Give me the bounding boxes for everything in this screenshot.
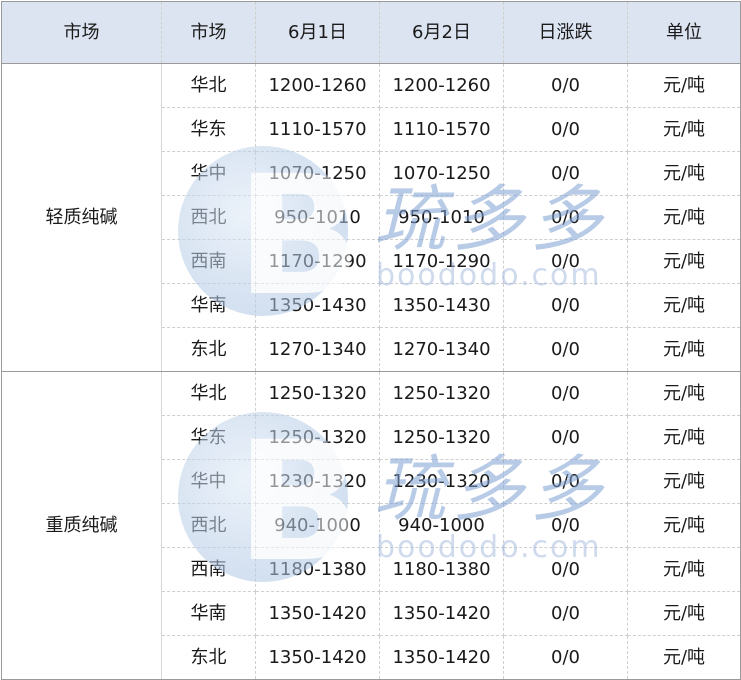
product-group-label: 重质纯碱 <box>1 371 162 680</box>
unit-cell: 元/吨 <box>627 415 741 460</box>
price-date-2-cell: 1230-1320 <box>379 459 504 504</box>
daily-change-cell: 0/0 <box>503 547 628 592</box>
unit-cell: 元/吨 <box>627 591 741 636</box>
price-date-2-cell: 940-1000 <box>379 503 504 548</box>
price-date-2-cell: 1350-1430 <box>379 283 504 328</box>
header-daily-change: 日涨跌 <box>503 1 628 64</box>
region-cell: 华北 <box>161 63 256 108</box>
price-date-1-cell: 1230-1320 <box>255 459 380 504</box>
price-date-1-cell: 1110-1570 <box>255 107 380 152</box>
unit-cell: 元/吨 <box>627 195 741 240</box>
region-cell: 西南 <box>161 239 256 284</box>
header-date-2: 6月2日 <box>379 1 504 64</box>
unit-cell: 元/吨 <box>627 459 741 504</box>
price-date-2-cell: 950-1010 <box>379 195 504 240</box>
price-date-1-cell: 1070-1250 <box>255 151 380 196</box>
price-date-1-cell: 940-1000 <box>255 503 380 548</box>
price-date-2-cell: 1350-1420 <box>379 591 504 636</box>
price-date-1-cell: 1270-1340 <box>255 327 380 372</box>
unit-cell: 元/吨 <box>627 283 741 328</box>
price-date-2-cell: 1250-1320 <box>379 415 504 460</box>
region-cell: 华东 <box>161 415 256 460</box>
price-date-1-cell: 1200-1260 <box>255 63 380 108</box>
header-unit: 单位 <box>627 1 741 64</box>
daily-change-cell: 0/0 <box>503 371 628 416</box>
region-cell: 华南 <box>161 283 256 328</box>
region-cell: 华中 <box>161 151 256 196</box>
price-date-2-cell: 1070-1250 <box>379 151 504 196</box>
product-group-label: 轻质纯碱 <box>1 63 162 372</box>
daily-change-cell: 0/0 <box>503 591 628 636</box>
header-market-group: 市场 <box>1 1 162 64</box>
price-date-2-cell: 1180-1380 <box>379 547 504 592</box>
price-date-2-cell: 1250-1320 <box>379 371 504 416</box>
region-cell: 华南 <box>161 591 256 636</box>
daily-change-cell: 0/0 <box>503 415 628 460</box>
price-table-container: 市场 市场 6月1日 6月2日 日涨跌 单位 轻质纯碱 华北 1200-1260 12… <box>1 1 741 680</box>
unit-cell: 元/吨 <box>627 107 741 152</box>
daily-change-cell: 0/0 <box>503 195 628 240</box>
daily-change-cell: 0/0 <box>503 107 628 152</box>
price-date-1-cell: 1350-1420 <box>255 591 380 636</box>
unit-cell: 元/吨 <box>627 63 741 108</box>
price-date-1-cell: 1170-1290 <box>255 239 380 284</box>
unit-cell: 元/吨 <box>627 635 741 680</box>
price-date-1-cell: 950-1010 <box>255 195 380 240</box>
header-date-1: 6月1日 <box>255 1 380 64</box>
region-cell: 东北 <box>161 635 256 680</box>
soda-ash-price-table: 市场 市场 6月1日 6月2日 日涨跌 单位 轻质纯碱 华北 1200-1260 12… <box>1 1 741 680</box>
price-date-2-cell: 1350-1420 <box>379 635 504 680</box>
daily-change-cell: 0/0 <box>503 327 628 372</box>
table-row: 重质纯碱 华北 1250-1320 1250-1320 0/0 元/吨 <box>1 371 741 680</box>
price-date-2-cell: 1170-1290 <box>379 239 504 284</box>
unit-cell: 元/吨 <box>627 239 741 284</box>
unit-cell: 元/吨 <box>627 503 741 548</box>
price-date-2-cell: 1200-1260 <box>379 63 504 108</box>
region-cell: 华中 <box>161 459 256 504</box>
region-cell: 西北 <box>161 503 256 548</box>
daily-change-cell: 0/0 <box>503 63 628 108</box>
daily-change-cell: 0/0 <box>503 635 628 680</box>
table-body: 轻质纯碱 华北 1200-1260 1200-1260 0/0 元/吨 华东 1110-157… <box>1 63 741 680</box>
price-date-2-cell: 1270-1340 <box>379 327 504 372</box>
header-market-region: 市场 <box>161 1 256 64</box>
price-date-2-cell: 1110-1570 <box>379 107 504 152</box>
region-cell: 东北 <box>161 327 256 372</box>
unit-cell: 元/吨 <box>627 371 741 416</box>
price-date-1-cell: 1250-1320 <box>255 371 380 416</box>
unit-cell: 元/吨 <box>627 151 741 196</box>
unit-cell: 元/吨 <box>627 547 741 592</box>
price-date-1-cell: 1180-1380 <box>255 547 380 592</box>
region-cell: 西北 <box>161 195 256 240</box>
price-date-1-cell: 1250-1320 <box>255 415 380 460</box>
daily-change-cell: 0/0 <box>503 151 628 196</box>
daily-change-cell: 0/0 <box>503 283 628 328</box>
daily-change-cell: 0/0 <box>503 239 628 284</box>
region-cell: 西南 <box>161 547 256 592</box>
unit-cell: 元/吨 <box>627 327 741 372</box>
region-cell: 华北 <box>161 371 256 416</box>
table-row: 轻质纯碱 华北 1200-1260 1200-1260 0/0 元/吨 <box>1 63 741 372</box>
region-cell: 华东 <box>161 107 256 152</box>
price-date-1-cell: 1350-1420 <box>255 635 380 680</box>
price-date-1-cell: 1350-1430 <box>255 283 380 328</box>
table-header-row: 市场 市场 6月1日 6月2日 日涨跌 单位 <box>1 1 741 64</box>
daily-change-cell: 0/0 <box>503 459 628 504</box>
daily-change-cell: 0/0 <box>503 503 628 548</box>
